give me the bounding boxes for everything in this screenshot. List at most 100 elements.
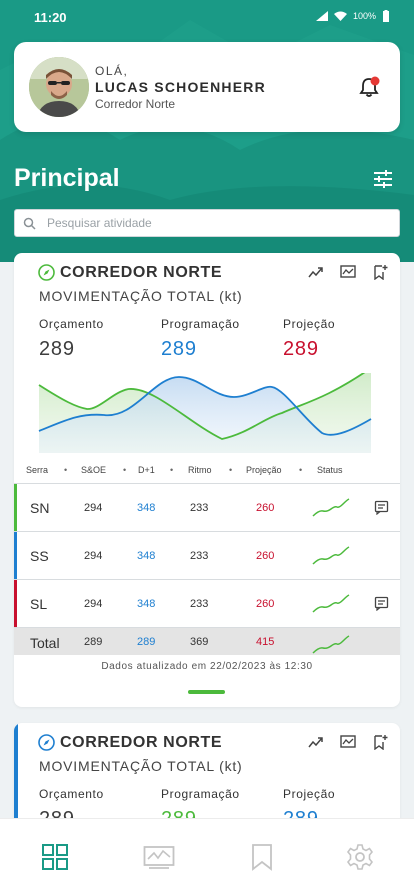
notifications-button[interactable] (358, 76, 380, 98)
compass-icon (38, 734, 55, 751)
row-ritmo: 369 (190, 636, 209, 648)
bookmark-add-button[interactable] (372, 734, 388, 751)
metric-label-programacao: Programação (161, 317, 240, 331)
col-header-ritmo: Ritmo (188, 465, 212, 475)
user-name: LUCAS SCHOENHERR (95, 79, 266, 95)
row-color-bar (14, 484, 17, 532)
separator-dot: • (64, 465, 68, 475)
search-bar[interactable] (14, 209, 400, 237)
metric-label-projecao: Projeção (283, 787, 336, 801)
comment-icon[interactable] (374, 596, 389, 611)
cellular-signal-icon (315, 11, 328, 21)
avatar[interactable] (29, 57, 89, 117)
row-ritmo: 233 (190, 550, 209, 562)
status-bar: 11:20 100% (0, 0, 414, 34)
greeting: OLÁ, (95, 64, 129, 78)
monitor-chart-icon (340, 265, 356, 278)
table-row-ss[interactable]: SS 294 348 233 260 (14, 531, 400, 580)
row-soe: 294 (84, 598, 103, 610)
compass-icon (38, 264, 55, 281)
search-icon (23, 217, 36, 230)
nav-dashboard[interactable] (41, 843, 71, 873)
status-sparkline (312, 635, 350, 654)
separator-dot: • (229, 465, 233, 475)
row-code: Total (30, 635, 60, 651)
status-sparkline (312, 498, 350, 517)
search-input[interactable] (47, 213, 387, 233)
bookmark-add-icon (374, 265, 388, 281)
avatar-photo (29, 57, 89, 117)
last-updated: Dados atualizado em 22/02/2023 às 12:30 (101, 661, 313, 672)
profile-card[interactable]: OLÁ, LUCAS SCHOENHERR Corredor Norte (14, 42, 400, 132)
metric-label-orcamento: Orçamento (39, 787, 104, 801)
bookmark-icon (252, 844, 272, 871)
col-header-soe: S&OE (81, 465, 107, 475)
row-soe: 294 (84, 550, 103, 562)
row-color-bar (14, 532, 17, 580)
trending-icon (308, 737, 323, 748)
card-subtitle: MOVIMENTAÇÃO TOTAL (kt) (39, 288, 243, 304)
row-d1: 348 (137, 550, 156, 562)
col-header-status: Status (317, 465, 343, 475)
table-row-total: Total 289 289 369 415 (14, 627, 400, 655)
metric-value-projecao: 289 (283, 338, 319, 360)
grid-icon (42, 844, 68, 870)
table-header: Serra • S&OE • D+1 • Ritmo • Projeção • … (14, 458, 400, 482)
comment-icon[interactable] (374, 500, 389, 515)
trend-button[interactable] (308, 264, 324, 280)
row-d1: 289 (137, 636, 156, 648)
monitor-chart-icon (143, 846, 175, 869)
trend-button[interactable] (308, 734, 324, 750)
page-title: Principal (14, 164, 120, 192)
row-code: SL (30, 596, 48, 612)
row-d1: 348 (137, 598, 156, 610)
chart-view-button[interactable] (340, 734, 356, 750)
bookmark-add-button[interactable] (372, 264, 388, 281)
metric-label-projecao: Projeção (283, 317, 336, 331)
movement-chart (38, 373, 372, 453)
card-title: CORREDOR NORTE (60, 734, 223, 751)
row-projecao: 415 (256, 636, 275, 648)
sliders-icon (374, 170, 392, 188)
status-sparkline (312, 546, 350, 565)
wifi-icon (333, 11, 347, 21)
page-indicator (188, 690, 225, 694)
gear-icon (346, 844, 374, 870)
metric-label-programacao: Programação (161, 787, 240, 801)
notification-badge (370, 76, 380, 86)
filter-button[interactable] (372, 168, 394, 190)
battery-icon (383, 10, 389, 22)
nav-settings[interactable] (346, 843, 376, 873)
bookmark-add-icon (374, 735, 388, 751)
row-d1: 348 (137, 502, 156, 514)
user-region: Corredor Norte (95, 97, 176, 111)
row-code: SS (30, 548, 49, 564)
trending-icon (308, 267, 323, 278)
metric-value-orcamento: 289 (39, 338, 75, 360)
monitor-chart-icon (340, 735, 356, 748)
col-header-serra: Serra (26, 465, 49, 475)
col-header-d1: D+1 (138, 465, 155, 475)
table-row-sl[interactable]: SL 294 348 233 260 (14, 579, 400, 628)
separator-dot: • (123, 465, 127, 475)
card-subtitle: MOVIMENTAÇÃO TOTAL (kt) (39, 758, 243, 774)
metric-label-orcamento: Orçamento (39, 317, 104, 331)
row-soe: 289 (84, 636, 103, 648)
corridor-card[interactable]: CORREDOR NORTE MOVIMENTAÇÃO TOTAL (kt) O… (14, 253, 400, 707)
row-projecao: 260 (256, 502, 275, 514)
row-ritmo: 233 (190, 598, 209, 610)
nav-monitor[interactable] (143, 843, 175, 873)
status-time: 11:20 (34, 10, 67, 25)
card-title: CORREDOR NORTE (60, 264, 223, 281)
row-color-bar (14, 580, 17, 628)
row-projecao: 260 (256, 598, 275, 610)
row-projecao: 260 (256, 550, 275, 562)
chart-view-button[interactable] (340, 264, 356, 280)
separator-dot: • (299, 465, 303, 475)
battery-level: 100% (352, 11, 376, 21)
col-header-projecao: Projeção (246, 465, 282, 475)
row-code: SN (30, 500, 50, 516)
bottom-navigation (0, 818, 414, 896)
nav-bookmark[interactable] (249, 843, 279, 873)
table-row-sn[interactable]: SN 294 348 233 260 (14, 483, 400, 532)
